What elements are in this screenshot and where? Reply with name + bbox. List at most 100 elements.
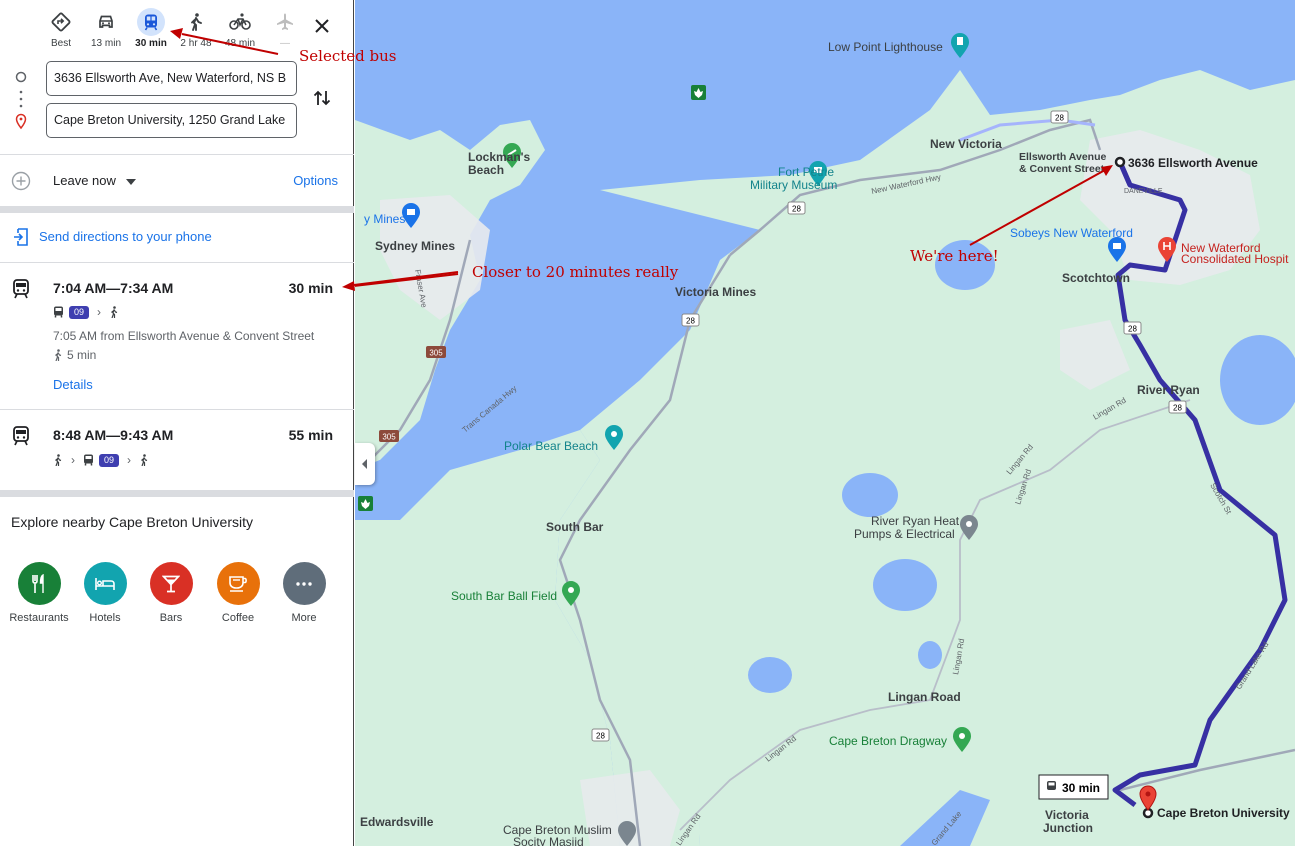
mode-best[interactable]: Best bbox=[38, 8, 84, 49]
swap-icon[interactable] bbox=[312, 88, 332, 108]
place-label: River Ryan bbox=[1137, 383, 1200, 397]
route-dots-icon bbox=[15, 71, 27, 130]
place-label: Military Museum bbox=[750, 178, 837, 192]
collapse-panel-button[interactable] bbox=[355, 443, 375, 485]
category-hotels[interactable]: Hotels bbox=[75, 562, 135, 624]
shield-label: 28 bbox=[1128, 325, 1137, 334]
route-duration: 30 min bbox=[288, 280, 333, 296]
place-label: Ellsworth Avenue bbox=[1019, 151, 1106, 163]
category-bars[interactable]: Bars bbox=[141, 562, 201, 624]
destination-pin-dot bbox=[1145, 791, 1151, 797]
divider bbox=[0, 490, 354, 497]
divider bbox=[0, 206, 354, 213]
restaurant-icon bbox=[17, 562, 61, 605]
maple-leaf-icon bbox=[691, 85, 706, 100]
place-label: & Convent Street bbox=[1019, 163, 1105, 175]
lake bbox=[748, 657, 792, 693]
shield-label: 28 bbox=[1173, 404, 1182, 413]
route-option-1[interactable]: 7:04 AM—7:34 AM 30 min 09 › 7:05 AM from… bbox=[0, 263, 354, 409]
annotation-here: We're here! bbox=[910, 247, 999, 265]
annotation-selected-bus-label: Selected bus bbox=[299, 47, 396, 65]
annotation-closer: Closer to 20 minutes really bbox=[472, 263, 679, 281]
train-icon bbox=[13, 279, 29, 299]
bus-icon bbox=[84, 454, 93, 466]
highway-shield-305: 305 bbox=[379, 430, 399, 442]
highway-shield-305: 305 bbox=[426, 346, 446, 358]
lake bbox=[873, 559, 937, 611]
route-steps: › 09 › bbox=[53, 453, 149, 467]
category-coffee[interactable]: Coffee bbox=[208, 562, 268, 624]
shield-label: 28 bbox=[1055, 114, 1064, 123]
route-steps: 09 › bbox=[53, 305, 119, 319]
place-label: Lockman's bbox=[468, 150, 531, 164]
route-times: 7:04 AM—7:34 AM bbox=[53, 280, 174, 296]
divider bbox=[0, 154, 354, 155]
place-label: Cape Breton Dragway bbox=[829, 734, 947, 748]
bus-window bbox=[1048, 782, 1055, 786]
place-label: Low Point Lighthouse bbox=[828, 40, 943, 54]
place-label: South Bar Ball Field bbox=[451, 589, 557, 603]
coffee-icon bbox=[216, 562, 260, 605]
bus-route-badge: 09 bbox=[99, 453, 120, 467]
place-label: Socity Masjid bbox=[513, 835, 584, 846]
hotel-icon bbox=[83, 562, 127, 605]
send-directions-label: Send directions to your phone bbox=[39, 229, 212, 244]
origin-marker-icon[interactable] bbox=[1114, 156, 1126, 168]
route-times: 8:48 AM—9:43 AM bbox=[53, 427, 174, 443]
mode-driving[interactable]: 13 min bbox=[83, 8, 129, 49]
walk-icon bbox=[141, 454, 148, 466]
place-label: Consolidated Hospit bbox=[1181, 252, 1289, 266]
route-duration: 55 min bbox=[288, 427, 333, 443]
route-option-2[interactable]: 8:48 AM—9:43 AM 55 min › 09 › bbox=[0, 410, 354, 490]
best-route-icon bbox=[47, 8, 75, 36]
leave-now-dropdown[interactable]: Leave now bbox=[53, 173, 136, 188]
shield-label: 28 bbox=[792, 205, 801, 214]
bar-icon bbox=[149, 562, 193, 605]
place-label: River Ryan Heat bbox=[871, 514, 960, 528]
category-label: Coffee bbox=[221, 612, 255, 624]
shield-label: 305 bbox=[429, 349, 443, 358]
chevron-right-icon: › bbox=[127, 453, 132, 467]
place-label: Fort Petrie bbox=[778, 165, 834, 179]
details-link[interactable]: Details bbox=[53, 377, 93, 392]
walk-icon bbox=[55, 349, 62, 361]
lake bbox=[918, 641, 942, 669]
map-svg[interactable]: 30 min 28 28 28 28 28 28 305 305 Low Poi… bbox=[355, 0, 1295, 846]
highway-shield-28: 28 bbox=[591, 728, 610, 742]
highway-shield-28: 28 bbox=[1123, 321, 1142, 335]
place-label: Edwardsville bbox=[360, 815, 434, 829]
lake bbox=[842, 473, 898, 517]
annotation-arrowhead bbox=[342, 281, 355, 291]
annotation-arrowhead bbox=[170, 28, 183, 39]
directions-panel: Best 13 min 30 min 2 hr 48 48 min — 3636… bbox=[0, 0, 354, 846]
annotation-arrow bbox=[181, 33, 279, 55]
options-button[interactable]: Options bbox=[293, 173, 338, 188]
place-label: Pumps & Electrical bbox=[854, 527, 955, 541]
mode-label: 13 min bbox=[90, 38, 121, 49]
mode-label: Best bbox=[50, 38, 71, 49]
shield-label: 305 bbox=[382, 433, 396, 442]
highway-shield-28: 28 bbox=[1050, 110, 1069, 124]
category-restaurants[interactable]: Restaurants bbox=[9, 562, 69, 624]
origin-map-label: 3636 Ellsworth Avenue bbox=[1128, 156, 1258, 170]
send-to-phone-icon bbox=[14, 228, 28, 246]
chevron-right-icon: › bbox=[97, 305, 102, 319]
category-label: Restaurants bbox=[9, 612, 69, 624]
place-label: Junction bbox=[1043, 821, 1093, 835]
highway-shield-28: 28 bbox=[681, 313, 700, 327]
walk-time: 5 min bbox=[53, 348, 96, 362]
add-stop-icon[interactable] bbox=[11, 171, 31, 191]
category-more[interactable]: More bbox=[274, 562, 334, 624]
category-label: Bars bbox=[159, 612, 183, 624]
map-canvas[interactable]: 30 min 28 28 28 28 28 28 305 305 Low Poi… bbox=[355, 0, 1295, 846]
walk-time-label: 5 min bbox=[67, 348, 97, 362]
place-label: Sobeys New Waterford bbox=[1010, 226, 1133, 240]
leave-now-label: Leave now bbox=[53, 173, 116, 188]
place-label: Scotchtown bbox=[1062, 271, 1130, 285]
place-label: Lingan Road bbox=[888, 690, 961, 704]
destination-input[interactable]: Cape Breton University, 1250 Grand Lake bbox=[46, 103, 297, 138]
chevron-right-icon: › bbox=[71, 453, 75, 467]
place-label: Sydney Mines bbox=[375, 239, 455, 253]
shield-label: 28 bbox=[686, 317, 695, 326]
walk-icon bbox=[111, 306, 118, 318]
